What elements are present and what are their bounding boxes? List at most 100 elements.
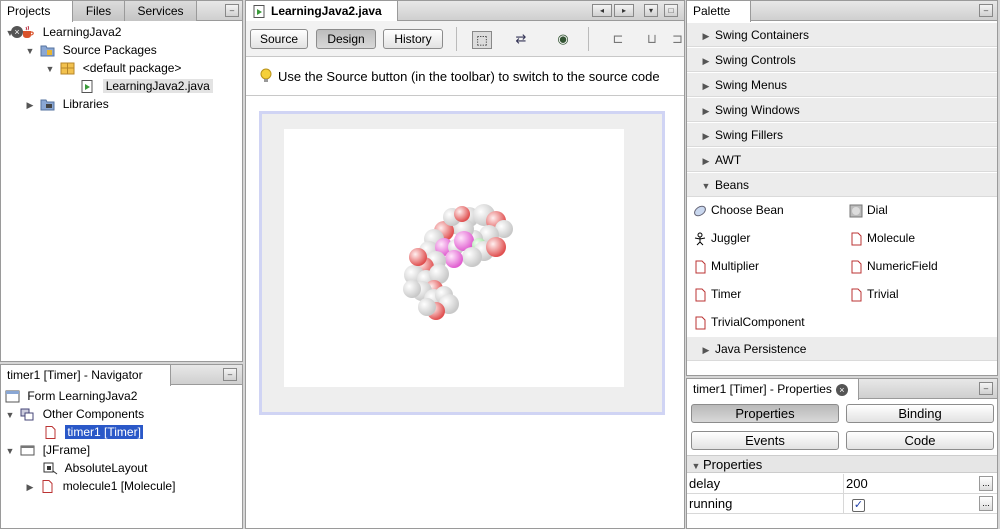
preview-design-icon[interactable]: ◉ [553,31,573,49]
palette-category-beans[interactable]: ▼ Beans [687,173,997,197]
lightbulb-icon [260,68,272,82]
property-value-running[interactable]: ✓ [843,494,977,514]
palette-category-swing-fillers[interactable]: ▶ Swing Fillers [687,123,997,147]
hint-text: Use the Source button (in the toolbar) t… [278,69,660,84]
palette-item-timer[interactable]: Timer [693,284,741,304]
property-name: delay [689,476,721,491]
palette-item-trivialcomponent[interactable]: TrivialComponent [693,312,805,332]
connection-mode-icon[interactable]: ⇄ [511,31,531,49]
palette-item-dial[interactable]: Dial [849,200,888,220]
align-left-icon[interactable]: ⊏ [608,31,628,49]
tree-node-project[interactable]: ▼ LearningJava2 [3,23,122,42]
tab-projects-label: Projects [7,4,51,18]
ellipsis-button[interactable]: ... [979,476,993,491]
palette-item-label: Dial [867,203,888,217]
scroll-right-button[interactable]: ▸ [614,4,634,17]
atom [418,298,436,316]
source-button[interactable]: Source [250,29,308,49]
tree-node-jframe[interactable]: ▼ [JFrame] [3,441,91,460]
tab-files[interactable]: Files [73,1,125,21]
collapsed-arrow-icon[interactable]: ▶ [23,96,37,114]
minimize-button[interactable]: – [979,4,993,17]
molecule-component[interactable] [284,129,624,387]
palette-item-molecule[interactable]: Molecule [849,228,915,248]
properties-tab-button[interactable]: Properties [691,404,839,423]
minimize-button[interactable]: – [223,368,237,381]
checkbox-checked-icon[interactable]: ✓ [852,499,865,512]
bean-file-icon [695,316,706,330]
expanded-arrow-icon[interactable]: ▼ [43,60,57,78]
palette-category-swing-windows[interactable]: ▶ Swing Windows [687,98,997,122]
tree-node-libraries[interactable]: ▶ Libraries [23,95,109,113]
code-tab-button[interactable]: Code [846,431,994,450]
tree-node-source-packages[interactable]: ▼ Source Packages [23,41,157,59]
palette-item-label: NumericField [867,259,938,273]
palette-category-swing-menus[interactable]: ▶ Swing Menus [687,73,997,97]
tab-projects[interactable]: Projects× [1,1,73,38]
java-form-file-icon [81,80,93,94]
minimize-button[interactable]: – [979,382,993,395]
design-button[interactable]: Design [316,29,376,49]
tree-node-default-package[interactable]: ▼ <default package> [43,59,182,78]
align-more-icon[interactable]: ⊐ [672,31,684,49]
atom [409,248,427,266]
tab-editor-file[interactable]: LearningJava2.java× [246,1,398,38]
property-row-running[interactable]: running ✓ ... [687,494,997,514]
selection-mode-icon[interactable]: ⬚ [472,31,492,49]
collapsed-arrow-icon: ▶ [702,81,710,91]
properties-title: timer1 [Timer] - Properties [693,382,832,396]
tree-node-layout[interactable]: AbsoluteLayout [43,459,147,477]
absolute-layout-icon [43,462,58,475]
history-button[interactable]: History [383,29,443,49]
java-cup-icon [23,26,35,39]
minimize-button[interactable]: – [225,4,239,17]
collapsed-arrow-icon[interactable]: ▶ [23,478,37,496]
tree-node-other-components[interactable]: ▼ Other Components [3,405,145,424]
scroll-left-button[interactable]: ◂ [592,4,612,17]
palette-item-juggler[interactable]: Juggler [693,228,750,248]
form-frame[interactable] [259,111,665,415]
tree-node-file[interactable]: LearningJava2.java [63,77,213,95]
form-icon [5,390,20,403]
maximize-button[interactable]: □ [664,4,678,17]
expanded-arrow-icon[interactable]: ▼ [3,24,17,42]
collapsed-arrow-icon: ▶ [702,31,710,41]
tree-node-timer[interactable]: timer1 [Timer] [43,423,143,441]
expanded-arrow-icon[interactable]: ▼ [3,442,17,460]
palette-category-swing-controls[interactable]: ▶ Swing Controls [687,48,997,72]
tab-services[interactable]: Services [125,1,197,21]
atom [403,280,421,298]
ellipsis-button[interactable]: ... [979,496,993,511]
navigator-panel: timer1 [Timer] - Navigator – Form Learni… [0,364,243,529]
palette-category-awt[interactable]: ▶ AWT [687,148,997,172]
tree-node-form[interactable]: Form LearningJava2 [5,387,137,405]
expanded-arrow-icon[interactable]: ▼ [3,406,17,424]
property-row-delay[interactable]: delay 200 ... [687,474,997,494]
close-icon[interactable]: × [835,383,848,396]
palette-category-swing-containers[interactable]: ▶ Swing Containers [687,23,997,47]
palette-item-label: Multiplier [711,259,760,273]
align-bottom-icon[interactable]: ⊔ [642,31,662,49]
tab-palette[interactable]: Palette× [687,1,751,38]
tree-node-molecule[interactable]: ▶ molecule1 [Molecule] [23,477,175,495]
properties-panel: timer1 [Timer] - Properties × – Propertie… [686,378,998,529]
collapsed-arrow-icon: ▶ [702,345,710,355]
palette-item-trivial[interactable]: Trivial [849,284,899,304]
palette-category-label: Beans [715,178,750,192]
tab-navigator[interactable]: timer1 [Timer] - Navigator [1,365,171,386]
default-package-label: <default package> [82,61,182,75]
tab-services-label: Services [137,4,184,18]
palette-category-java-persistence[interactable]: ▶ Java Persistence [687,337,997,361]
properties-section-header[interactable]: ▼ Properties [687,455,997,473]
palette-item-multiplier[interactable]: Multiplier [693,256,759,276]
expanded-arrow-icon[interactable]: ▼ [23,42,37,60]
binding-tab-button[interactable]: Binding [846,404,994,423]
palette-item-choose-bean[interactable]: Choose Bean [693,200,784,220]
tab-files-label: Files [85,4,112,18]
document-list-button[interactable]: ▾ [644,4,658,17]
property-value-delay[interactable]: 200 [843,474,977,494]
events-tab-button[interactable]: Events [691,431,839,450]
palette-item-numericfield[interactable]: NumericField [849,256,938,276]
palette-tabbar: Palette× – [687,1,997,38]
tab-properties[interactable]: timer1 [Timer] - Properties × [687,379,859,400]
